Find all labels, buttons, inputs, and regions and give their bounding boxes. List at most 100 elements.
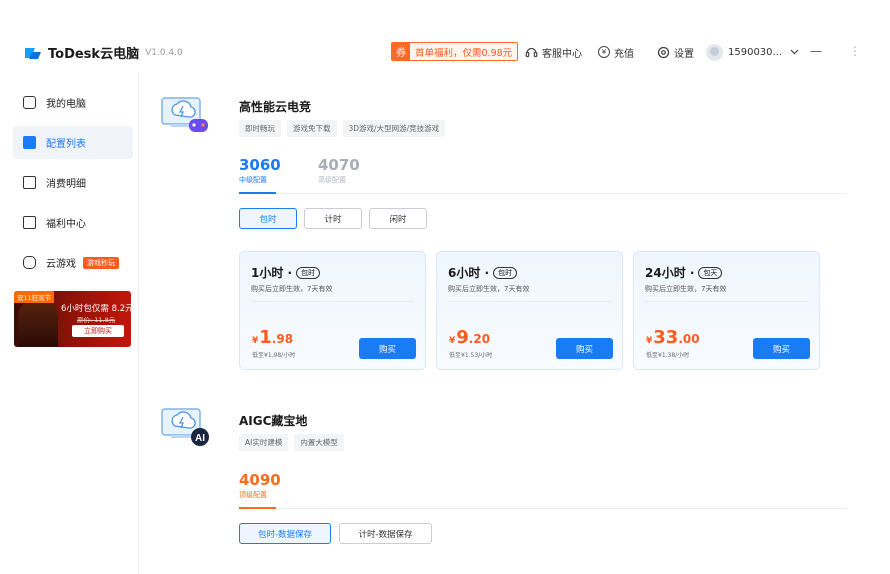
plan-card-6h[interactable]: 6小时 · 包时 购买后立即生效，7天有效 ¥ 9 .20 低至¥1.53/小时…: [436, 251, 623, 370]
plan-note: 购买后立即生效，7天有效: [448, 285, 530, 293]
config-tabs-divider: [239, 193, 847, 194]
support-label: 客服中心: [542, 48, 582, 60]
sidebar-item-consumption[interactable]: 消费明细: [13, 166, 133, 199]
aigc-section-icon: AI: [161, 408, 209, 446]
plan-duration: 24小时 ·: [645, 266, 695, 280]
minimize-button[interactable]: —: [810, 44, 822, 58]
mode-hourly-button[interactable]: 计时: [304, 208, 362, 229]
section-tags: 即时畅玩 游戏免下载 3D游戏/大型网游/竞技游戏: [239, 120, 446, 137]
cloud-gaming-badge: 游戏秒玩: [83, 256, 119, 269]
section-tags: AI实时建模 内置大模型: [239, 434, 344, 451]
currency-symbol: ¥: [646, 336, 653, 346]
config-tab-indicator: [239, 507, 276, 509]
cloud-gaming-section-icon: [161, 97, 208, 132]
more-options-button[interactable]: ⋮: [849, 44, 861, 58]
banner-buy-button[interactable]: 立即购买: [72, 325, 124, 337]
plan-type-pill: 包时: [296, 266, 321, 279]
mode-package-button[interactable]: 包时: [239, 208, 297, 229]
config-tab-4090[interactable]: 4090 顶级配置: [239, 471, 281, 500]
plan-card-1h[interactable]: 1小时 · 包时 购买后立即生效，7天有效 ¥ 1 .98 低至¥1.98/小时…: [239, 251, 426, 370]
banner-original-price: 原价: 11.8元: [77, 316, 116, 324]
app-name: ToDesk云电脑: [48, 47, 140, 62]
feature-tag: 游戏免下载: [287, 120, 337, 137]
plan-note: 购买后立即生效，7天有效: [645, 285, 727, 293]
plan-unit-price: 低至¥1.38/小时: [646, 352, 690, 359]
gift-icon: [23, 216, 36, 229]
buy-button[interactable]: 购买: [556, 338, 613, 359]
sidebar-item-cloud-gaming[interactable]: 云游戏 游戏秒玩: [13, 246, 133, 279]
sidebar-item-label: 云游戏: [46, 259, 76, 270]
title-bar: ToDesk云电脑 V1.0.4.0 券 首单福利，仅需0.98元 客服中心 ¥…: [0, 0, 890, 72]
monitor-icon: [23, 96, 36, 109]
mode-package-save-button[interactable]: 包时-数据保存: [239, 523, 331, 544]
plan-note: 购买后立即生效，7天有效: [251, 285, 333, 293]
first-order-promo[interactable]: 券 首单福利，仅需0.98元: [391, 42, 519, 61]
config-tier: 顶级配置: [239, 491, 267, 499]
config-tab-4070[interactable]: 4070 高级配置: [318, 156, 360, 185]
banner-tag: 双11狂欢节: [14, 291, 55, 303]
price-decimal: .00: [678, 332, 700, 346]
sidebar-item-label: 福利中心: [46, 219, 86, 230]
promo-banner[interactable]: 双11狂欢节 6小时包仅需 8.2元 原价: 11.8元 立即购买: [14, 291, 131, 347]
card-divider: [251, 301, 414, 302]
sidebar-item-welfare[interactable]: 福利中心: [13, 206, 133, 239]
avatar: [706, 43, 723, 61]
gamepad-icon: [23, 256, 36, 269]
promo-text: 首单福利，仅需0.98元: [415, 47, 513, 59]
currency-symbol: ¥: [449, 336, 456, 346]
app-version: V1.0.4.0: [145, 47, 183, 58]
settings-button[interactable]: 设置: [657, 42, 694, 62]
sidebar-item-label: 消费明细: [46, 179, 86, 190]
card-divider: [448, 301, 611, 302]
price-integer: 33: [653, 327, 679, 348]
plan-title: 6小时 · 包时: [448, 264, 518, 281]
config-tabs-divider: [239, 508, 847, 509]
plan-price: ¥ 33 .00: [646, 327, 700, 348]
support-center-button[interactable]: 客服中心: [525, 42, 582, 62]
user-id: 1590030...: [728, 46, 783, 58]
config-name: 3060: [239, 156, 281, 174]
user-menu[interactable]: 1590030...: [706, 42, 799, 62]
mode-idle-button[interactable]: 闲时: [369, 208, 427, 229]
sidebar-item-config-list[interactable]: 配置列表: [13, 126, 133, 159]
feature-tag: AI实时建模: [239, 434, 289, 451]
price-decimal: .98: [271, 332, 294, 346]
buy-button[interactable]: 购买: [359, 338, 416, 359]
section-title: 高性能云电竞: [239, 100, 312, 114]
app-logo: ToDesk云电脑 V1.0.4.0: [24, 43, 183, 62]
price-integer: 1: [259, 327, 272, 348]
todesk-logo-icon: [25, 47, 41, 59]
receipt-icon: [23, 176, 36, 189]
config-tier: 中级配置: [239, 176, 267, 184]
headset-icon: [525, 47, 538, 58]
plan-title: 1小时 · 包时: [251, 264, 321, 281]
currency-symbol: ¥: [252, 336, 259, 346]
chevron-down-icon: [790, 49, 799, 55]
svg-text:AI: AI: [195, 433, 205, 444]
config-tab-indicator: [239, 192, 276, 194]
feature-tag: 内置大模型: [294, 434, 344, 451]
sidebar-item-my-computer[interactable]: 我的电脑: [13, 86, 133, 119]
plan-card-24h[interactable]: 24小时 · 包天 购买后立即生效，7天有效 ¥ 33 .00 低至¥1.38/…: [633, 251, 820, 370]
banner-headline: 6小时包仅需 8.2元: [61, 304, 131, 314]
plan-type-pill: 包天: [698, 266, 723, 279]
recharge-button[interactable]: ¥ 充值: [598, 42, 634, 62]
buy-button[interactable]: 购买: [753, 338, 810, 359]
plan-unit-price: 低至¥1.98/小时: [252, 352, 296, 359]
section-title: AIGC藏宝地: [239, 414, 308, 428]
plan-price: ¥ 9 .20: [449, 327, 490, 348]
clipboard-icon: [23, 136, 36, 149]
plan-unit-price: 低至¥1.53/小时: [449, 352, 493, 359]
banner-character-image: [18, 299, 58, 347]
config-tier: 高级配置: [318, 176, 346, 184]
plan-type-pill: 包时: [493, 266, 518, 279]
plan-price: ¥ 1 .98: [252, 327, 293, 348]
coupon-icon: 券: [392, 43, 410, 60]
plan-duration: 6小时 ·: [448, 266, 490, 280]
yen-icon: ¥: [598, 46, 610, 58]
plan-duration: 1小时 ·: [251, 266, 293, 280]
plan-title: 24小时 · 包天: [645, 264, 723, 281]
sidebar: 我的电脑 配置列表 消费明细 福利中心 云游戏 游戏秒玩 双11狂欢节 6小时包…: [0, 72, 139, 574]
mode-hourly-save-button[interactable]: 计时-数据保存: [339, 523, 432, 544]
config-tab-3060[interactable]: 3060 中级配置: [239, 156, 281, 185]
